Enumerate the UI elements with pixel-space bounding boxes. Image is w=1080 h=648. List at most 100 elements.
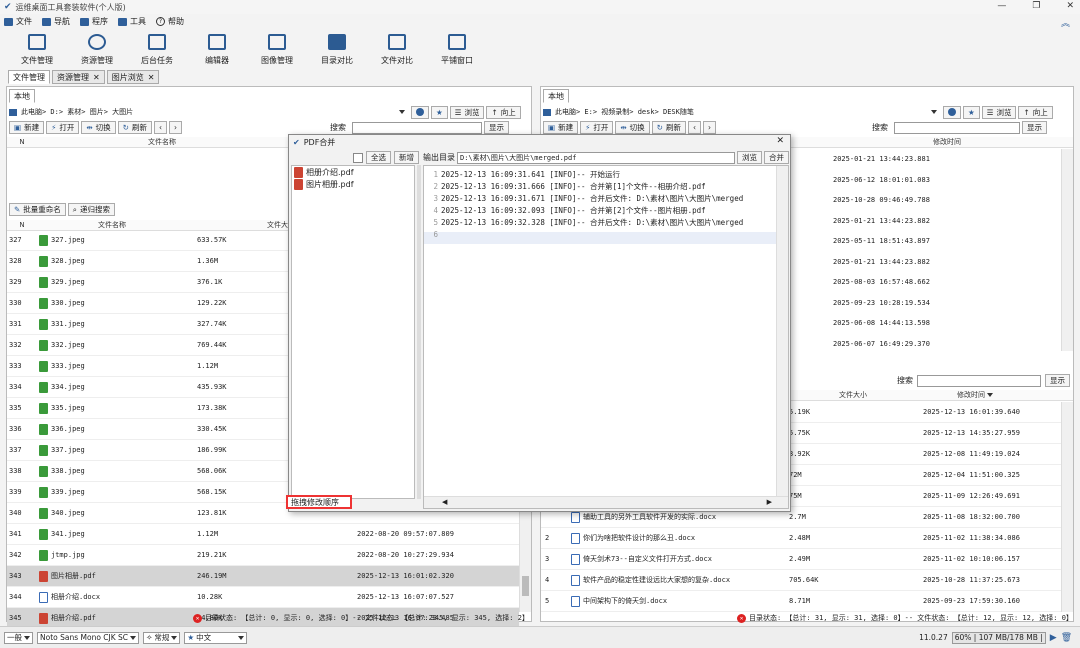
toolbar-file-compare[interactable]: 文件对比 (368, 30, 426, 70)
forward-button[interactable]: › (168, 121, 182, 134)
collapse-ribbon-icon[interactable]: ︽ (1061, 16, 1070, 29)
lang-combo[interactable]: ★ 中文 (184, 631, 248, 644)
tab-resource-manager[interactable]: 资源管理 ✕ (52, 70, 105, 84)
left-local-tab[interactable]: 本地 (9, 89, 35, 103)
dialog-browse-button[interactable]: 浏览 (737, 151, 762, 164)
dialog-splitter[interactable] (417, 165, 421, 499)
batch-rename-button[interactable]: ✎ 批量重命名 (9, 203, 66, 216)
close-tab-icon[interactable]: ✕ (148, 73, 155, 82)
open-button[interactable]: ⚡ 打开 (46, 121, 80, 134)
list-item[interactable]: 2025-09-23 10:28:19.534 (833, 293, 1059, 314)
toolbar-dir-compare[interactable]: 目录对比 (308, 30, 366, 70)
left-up-button[interactable]: ↑ 向上 (486, 105, 521, 119)
open-button[interactable]: ⚡ 打开 (580, 121, 614, 134)
right-local-tab[interactable]: 本地 (543, 89, 569, 103)
tab-file-manager[interactable]: 文件管理 (8, 70, 50, 84)
pdf-icon (39, 612, 48, 624)
list-item[interactable]: 相册介绍.pdf (292, 166, 414, 178)
style-combo[interactable]: ✧ 常规 (143, 631, 181, 644)
right-browse-button[interactable]: ☰ 浏览 (981, 105, 1017, 119)
table-row[interactable]: 2 你们为啥把软件设计的那么丑.docx 2.48M 2025-11-02 11… (541, 528, 1061, 549)
table-row[interactable]: 344 相册介绍.docx 10.28K 2025-12-13 16:07:07… (7, 587, 519, 608)
output-path-input[interactable]: D:\素材\图片\大图片\merged.pdf (457, 151, 735, 164)
font-combo[interactable]: Noto Sans Mono CJK SC (37, 631, 140, 644)
toolbar-editor[interactable]: 编辑器 (188, 30, 246, 70)
toolbar-tile-windows[interactable]: 平铺窗口 (428, 30, 486, 70)
menu-program[interactable]: 程序 (80, 16, 108, 27)
merge-button[interactable]: 合并 (764, 151, 789, 164)
list-item[interactable]: 2025-06-12 18:01:01.083 (833, 170, 1059, 191)
list-item[interactable]: 2025-01-21 13:44:23.881 (833, 149, 1059, 170)
table-row[interactable]: 341 341.jpeg 1.12M 2022-08-20 09:57:07.8… (7, 524, 519, 545)
scroll-left-icon[interactable]: ◀ (442, 498, 447, 506)
maximize-icon[interactable]: ❐ (1032, 1, 1040, 11)
toolbar-background-tasks[interactable]: 后台任务 (128, 30, 186, 70)
right-top-scrollbar[interactable] (1061, 149, 1073, 351)
dialog-close-icon[interactable]: ✕ (776, 136, 784, 146)
close-tab-icon[interactable]: ✕ (93, 73, 100, 82)
left-scroll-thumb[interactable] (522, 576, 529, 596)
download-button[interactable] (411, 105, 429, 119)
right-show2-button[interactable]: 显示 (1045, 374, 1070, 387)
dialog-title: PDF合并 (303, 137, 336, 147)
refresh-button[interactable]: ↻ 刷新 (651, 121, 686, 134)
tab-image-browse[interactable]: 图片浏览 ✕ (106, 70, 160, 84)
refresh-button[interactable]: ↻ 刷新 (117, 121, 152, 134)
list-item[interactable]: 2025-01-21 13:44:23.882 (833, 211, 1059, 232)
switch-button[interactable]: ⇹ 切换 (615, 121, 650, 134)
table-row[interactable]: 343 图片相册.pdf 246.19M 2025-12-13 16:01:02… (7, 566, 519, 587)
log-hscroll[interactable]: ◀ ▶ (424, 496, 788, 508)
table-row[interactable]: 3 倚天剑术73--自定义文件打开方式.docx 2.49M 2025-11-0… (541, 549, 1061, 570)
toolbar-resource-manager[interactable]: 资源管理 (68, 30, 126, 70)
left-show-button[interactable]: 显示 (483, 121, 509, 134)
toolbar-file-manager[interactable]: 文件管理 (8, 30, 66, 70)
menu-help[interactable]: ? 帮助 (156, 16, 184, 27)
list-item[interactable]: 2025-06-08 14:44:13.598 (833, 313, 1059, 334)
table-row[interactable]: 5 中间架构下的倚天剑.docx 8.71M 2025-09-23 17:59:… (541, 591, 1061, 612)
new-button[interactable]: ▣ 新建 (9, 121, 45, 134)
right-up-button[interactable]: ↑ 向上 (1018, 105, 1053, 119)
log-line: 4 2025-12-13 16:09:32.093 [INFO]-- 合并第[2]… (433, 205, 706, 215)
new-button[interactable]: ▣ 新建 (543, 121, 579, 134)
right-search2-input[interactable] (917, 374, 1041, 387)
left-browse-button[interactable]: ☰ 浏览 (449, 105, 485, 119)
download-button[interactable] (943, 105, 961, 119)
star-button[interactable]: ★ (963, 105, 980, 119)
right-show-button[interactable]: 显示 (1021, 121, 1047, 134)
right-scrollbar[interactable] (1061, 402, 1073, 612)
forward-button[interactable]: › (702, 121, 716, 134)
right-search-input[interactable] (893, 121, 1020, 134)
select-all-button[interactable]: 全选 (366, 151, 391, 164)
star-button[interactable]: ★ (431, 105, 448, 119)
menu-file[interactable]: 文件 (4, 16, 32, 27)
minimize-icon[interactable]: — (997, 1, 1006, 11)
list-item[interactable]: 图片相册.pdf (292, 178, 414, 190)
menu-nav[interactable]: 导航 (42, 16, 70, 27)
toolbar-image-manager[interactable]: 图像管理 (248, 30, 306, 70)
list-item[interactable]: 2025-06-07 16:49:29.370 (833, 334, 1059, 355)
scroll-right-icon[interactable]: ▶ (767, 498, 772, 506)
list-item[interactable]: 2025-10-28 09:46:49.788 (833, 190, 1059, 211)
trash-icon[interactable]: 🗑 (1061, 633, 1072, 643)
recursive-search-button[interactable]: ⌕ 递归搜索 (67, 203, 115, 216)
back-button[interactable]: ‹ (153, 121, 167, 134)
path-dropdown-icon[interactable] (931, 110, 937, 114)
play-icon[interactable]: ▶ (1050, 633, 1057, 643)
list-item[interactable]: 2025-08-03 16:57:48.662 (833, 272, 1059, 293)
add-file-button[interactable]: 新增 (394, 151, 419, 164)
back-button[interactable]: ‹ (687, 121, 701, 134)
path-dropdown-icon[interactable] (399, 110, 405, 114)
list-item[interactable]: 2025-01-21 13:44:23.882 (833, 252, 1059, 273)
menu-tools[interactable]: 工具 (118, 16, 146, 27)
table-row[interactable]: 342 jtmp.jpg 219.21K 2022-08-20 10:27:29… (7, 545, 519, 566)
list-item[interactable]: 2025-05-11 18:51:43.897 (833, 231, 1059, 252)
level-combo[interactable]: 一般 (4, 631, 33, 644)
right-path-input[interactable]: 此电脑> E:> 视频录制> desk> DESK随笔 (553, 106, 931, 118)
sort-desc-icon[interactable] (987, 393, 993, 397)
select-all-checkbox[interactable] (353, 152, 363, 163)
left-search-input[interactable] (351, 121, 482, 134)
close-icon[interactable]: ✕ (1066, 1, 1074, 11)
left-path-input[interactable]: 此电脑> D:> 素材> 图片> 大图片 (19, 106, 399, 118)
switch-button[interactable]: ⇹ 切换 (81, 121, 116, 134)
table-row[interactable]: 4 软件产品的稳定性建设远比大家想的复杂.docx 705.64K 2025-1… (541, 570, 1061, 591)
